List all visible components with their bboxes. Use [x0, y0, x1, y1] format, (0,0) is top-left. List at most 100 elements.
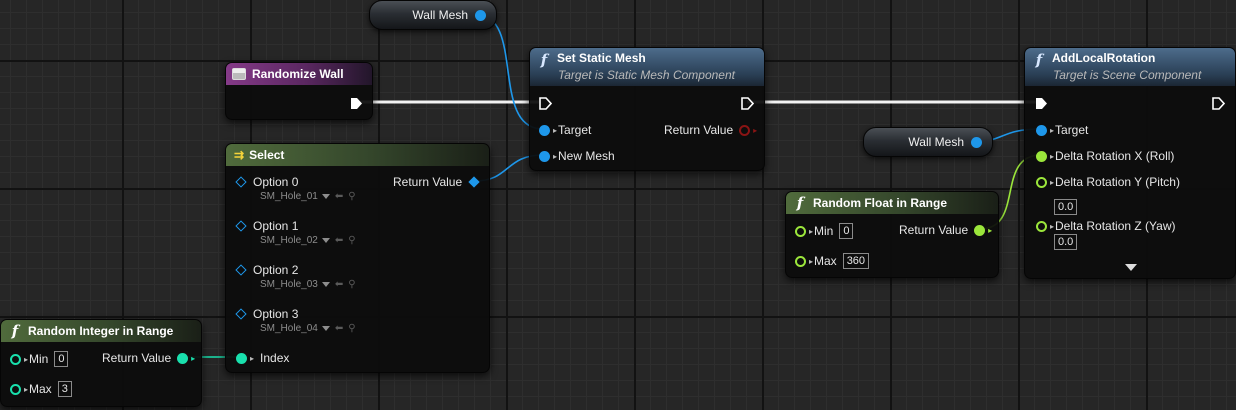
node-header: f Random Float in Range: [786, 192, 998, 214]
exec-input-pin[interactable]: [1035, 97, 1048, 110]
expand-arrow-icon[interactable]: [1125, 264, 1137, 271]
target-pin[interactable]: ▸ Target: [539, 123, 591, 137]
min-value[interactable]: 0: [839, 223, 854, 239]
wall-mesh-variable-top[interactable]: Wall Mesh: [369, 0, 497, 30]
node-subtitle: Target is Static Mesh Component: [558, 68, 735, 82]
float-pin-icon: [795, 225, 806, 237]
min-pin[interactable]: ▸ Min 0: [795, 223, 854, 239]
function-icon: f: [540, 51, 548, 69]
wall-mesh-variable-right[interactable]: Wall Mesh: [863, 127, 993, 157]
delta-rotation-x-pin[interactable]: ▸ Delta Rotation X (Roll): [1036, 149, 1174, 163]
float-pin-icon: [1036, 176, 1047, 188]
exec-input-pin[interactable]: [539, 97, 552, 110]
option-2-asset-picker[interactable]: SM_Hole_03 ⬅ ⚲: [260, 279, 356, 290]
object-pin-icon: [235, 220, 247, 232]
dropdown-arrow-icon: [321, 282, 330, 287]
bool-pin-icon: [739, 124, 751, 136]
delta-rotation-z-value[interactable]: 0.0: [1054, 234, 1078, 250]
pin-label: Delta Rotation Y (Pitch): [1055, 175, 1180, 189]
object-pin-icon: [468, 176, 480, 188]
pin-label: Min: [29, 352, 49, 366]
new-mesh-pin[interactable]: ▸ New Mesh: [539, 149, 615, 163]
object-pin-icon: [235, 264, 247, 276]
object-pin-icon: [235, 308, 247, 320]
select-node[interactable]: ⇉ Select Option 0 SM_Hole_01 ⬅ ⚲ Option …: [225, 143, 490, 373]
max-value[interactable]: 360: [842, 253, 870, 269]
exec-output-pin[interactable]: [1212, 97, 1225, 110]
pin-label: Return Value: [393, 175, 463, 189]
function-icon: f: [11, 322, 19, 340]
return-value-pin[interactable]: Return Value ▸: [664, 123, 757, 137]
function-icon: f: [1035, 51, 1043, 69]
exec-pin-icon: [351, 98, 362, 109]
use-selected-icon[interactable]: ⬅: [335, 191, 343, 202]
select-return-value-pin[interactable]: Return Value: [393, 175, 480, 189]
node-title: Set Static Mesh: [557, 51, 646, 65]
pin-label: Index: [260, 351, 290, 365]
output-pin[interactable]: [475, 9, 486, 21]
option-1-pin[interactable]: Option 1: [235, 219, 299, 233]
pin-arrow-icon: ▸: [24, 354, 29, 364]
pin-arrow-icon: ▸: [24, 384, 29, 394]
delta-rotation-y-value[interactable]: 0.0: [1054, 199, 1078, 215]
select-icon: ⇉: [234, 148, 245, 162]
random-float-in-range-node[interactable]: f Random Float in Range ▸ Min 0 ▸ Max 36…: [785, 191, 999, 278]
browse-search-icon[interactable]: ⚲: [348, 191, 355, 202]
min-value[interactable]: 0: [54, 351, 69, 367]
option-0-pin[interactable]: Option 0: [235, 175, 298, 189]
node-header: f AddLocalRotation Target is Scene Compo…: [1025, 48, 1235, 86]
pin-arrow-icon: ▸: [809, 256, 814, 266]
randomize-wall-event-node[interactable]: Randomize Wall: [225, 62, 373, 120]
exec-pin-icon: [741, 97, 754, 110]
pin-label: Max: [814, 254, 837, 268]
min-pin[interactable]: ▸ Min 0: [10, 351, 69, 367]
option-0-asset-picker[interactable]: SM_Hole_01 ⬅ ⚲: [260, 191, 356, 202]
max-pin[interactable]: ▸ Max 3: [10, 381, 72, 397]
use-selected-icon[interactable]: ⬅: [335, 279, 343, 290]
option-3-pin[interactable]: Option 3: [235, 307, 298, 321]
option-2-pin[interactable]: Option 2: [235, 263, 299, 277]
exec-output-pin[interactable]: [741, 97, 754, 110]
use-selected-icon[interactable]: ⬅: [335, 323, 343, 334]
target-pin[interactable]: ▸ Target: [1036, 123, 1088, 137]
pin-arrow-icon: ▸: [1050, 125, 1055, 135]
float-pin-icon: [974, 224, 986, 236]
browse-search-icon[interactable]: ⚲: [348, 279, 355, 290]
asset-name: SM_Hole_04: [260, 323, 318, 334]
random-integer-in-range-node[interactable]: f Random Integer in Range ▸ Min 0 ▸ Max …: [0, 319, 202, 407]
option-1-asset-picker[interactable]: SM_Hole_02 ⬅ ⚲: [260, 235, 356, 246]
int-pin-icon: [10, 353, 21, 365]
use-selected-icon[interactable]: ⬅: [335, 235, 343, 246]
set-static-mesh-node[interactable]: f Set Static Mesh Target is Static Mesh …: [529, 47, 765, 171]
pin-arrow-icon: ▸: [553, 151, 558, 161]
object-pin-icon: [539, 150, 550, 162]
int-return-value-pin[interactable]: Return Value ▸: [102, 351, 195, 365]
float-return-value-pin[interactable]: Return Value ▸: [899, 223, 992, 237]
pin-label: Option 1: [253, 219, 299, 233]
delta-rotation-z-pin[interactable]: ▸ Delta Rotation Z (Yaw): [1036, 219, 1176, 233]
dropdown-arrow-icon: [321, 194, 330, 199]
pin-arrow-icon: ▸: [809, 226, 814, 236]
max-pin[interactable]: ▸ Max 360: [795, 253, 870, 269]
dropdown-arrow-icon: [321, 238, 330, 243]
variable-label: Wall Mesh: [908, 135, 964, 149]
pin-label: Option 2: [253, 263, 299, 277]
add-local-rotation-node[interactable]: f AddLocalRotation Target is Scene Compo…: [1024, 47, 1236, 279]
int-pin-icon: [236, 352, 247, 364]
asset-name: SM_Hole_02: [260, 235, 318, 246]
max-value[interactable]: 3: [57, 381, 72, 397]
pin-arrow-icon: ▸: [1050, 221, 1055, 231]
pin-arrow-icon: ▸: [1050, 151, 1055, 161]
option-3-asset-picker[interactable]: SM_Hole_04 ⬅ ⚲: [260, 323, 356, 334]
exec-output-pin[interactable]: [350, 97, 363, 110]
browse-search-icon[interactable]: ⚲: [348, 235, 355, 246]
index-pin[interactable]: ▸ Index: [236, 351, 289, 365]
delta-rotation-y-pin[interactable]: ▸ Delta Rotation Y (Pitch): [1036, 175, 1180, 189]
browse-search-icon[interactable]: ⚲: [348, 323, 355, 334]
output-pin[interactable]: [971, 136, 982, 148]
object-pin-icon: [1036, 124, 1047, 136]
float-pin-icon: [795, 255, 806, 267]
int-pin-icon: [10, 383, 21, 395]
pin-label: Return Value: [102, 351, 172, 365]
node-title: Random Float in Range: [813, 196, 948, 210]
